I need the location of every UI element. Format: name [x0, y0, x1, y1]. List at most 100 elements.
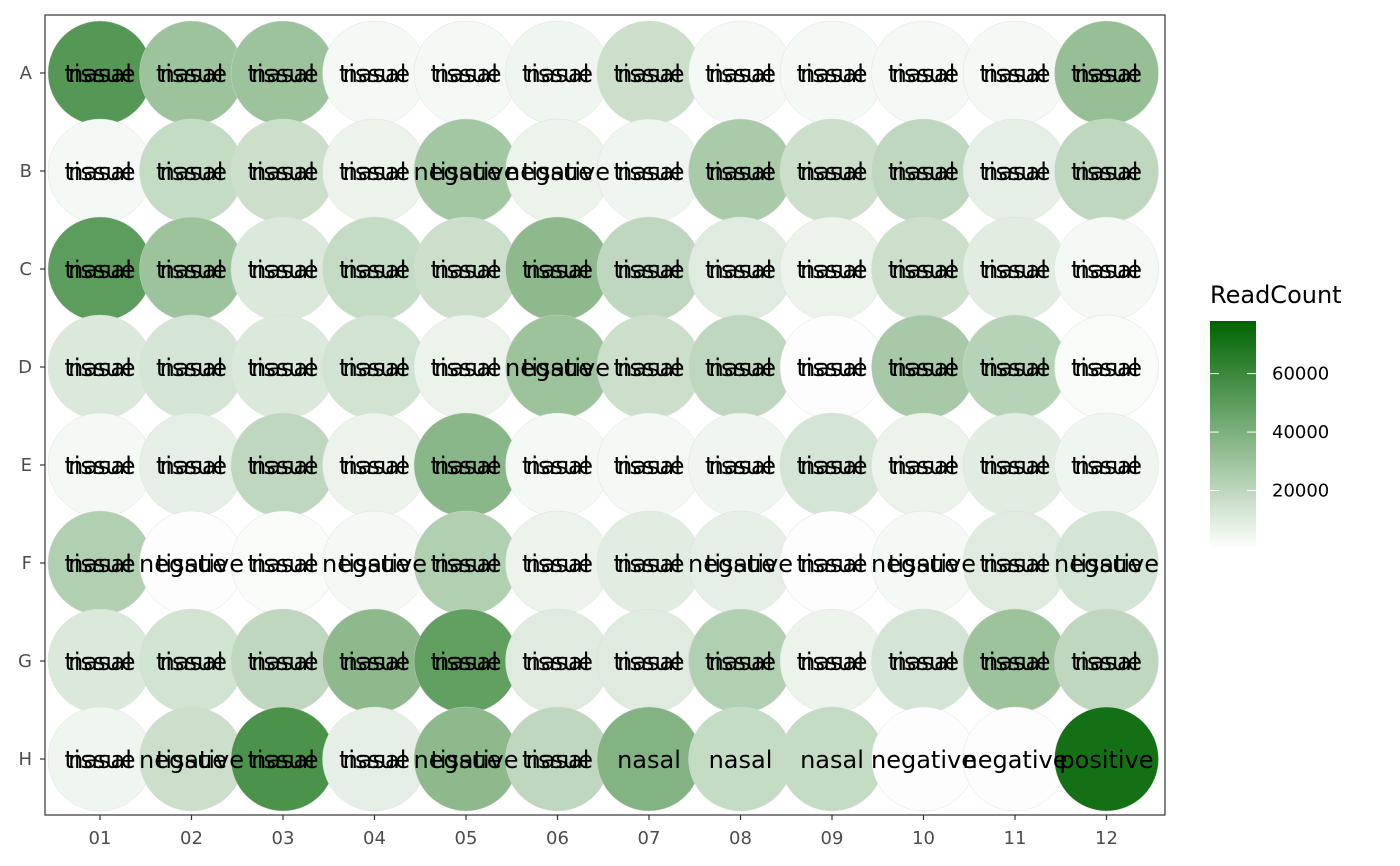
well-label-F03: tissue — [247, 550, 318, 578]
x-tick-label-12: 12 — [1095, 828, 1118, 849]
well-label-B05: tissue — [430, 158, 501, 186]
well-label-E08: tissue — [705, 452, 776, 480]
well-label-H01: tissue — [64, 746, 135, 774]
well-label-C01: tissue — [64, 256, 135, 284]
well-label-A09: tissue — [796, 60, 867, 88]
well-label-G06: tissue — [522, 648, 593, 676]
legend-tick-label: 20000 — [1272, 481, 1329, 502]
well-label-B02: tissue — [156, 158, 227, 186]
well-label-H09: nasal — [800, 746, 864, 774]
well-label-H05: tissue — [430, 746, 501, 774]
well-label-G02: tissue — [156, 648, 227, 676]
well-label-B01: tissue — [64, 158, 135, 186]
y-tick-label-G: G — [18, 651, 32, 672]
well-label-D09: tissue — [796, 354, 867, 382]
well-label-E03: tissue — [247, 452, 318, 480]
well-label-B07: tissue — [613, 158, 684, 186]
well-label-A12: tissue — [1071, 60, 1142, 88]
well-label-C06: tissue — [522, 256, 593, 284]
well-label-E11: tissue — [979, 452, 1050, 480]
well-label-A04: tissue — [339, 60, 410, 88]
well-label-E06: tissue — [522, 452, 593, 480]
x-tick-label-07: 07 — [638, 828, 661, 849]
well-label-F08: tissue — [705, 550, 776, 578]
well-label-A05: tissue — [430, 60, 501, 88]
y-tick-label-H: H — [18, 749, 32, 770]
well-label-D12: tissue — [1071, 354, 1142, 382]
x-tick-label-05: 05 — [455, 828, 478, 849]
well-label-C05: tissue — [430, 256, 501, 284]
well-label-D01: tissue — [64, 354, 135, 382]
x-tick-label-09: 09 — [821, 828, 844, 849]
well-label-B03: tissue — [247, 158, 318, 186]
well-label-F09: tissue — [796, 550, 867, 578]
well-label-G03: tissue — [247, 648, 318, 676]
well-label-F05: tissue — [430, 550, 501, 578]
plate-heatmap-chart: nasaltissue nasaltissue nasaltissue nasalti… — [18, 14, 1342, 849]
well-label-A07: tissue — [613, 60, 684, 88]
well-label-H03: tissue — [247, 746, 318, 774]
well-label-E04: tissue — [339, 452, 410, 480]
well-label-B04: tissue — [339, 158, 410, 186]
well-label-D02: tissue — [156, 354, 227, 382]
legend-title: ReadCount — [1210, 281, 1342, 309]
well-label-F11: tissue — [979, 550, 1050, 578]
well-label-H08: nasal — [709, 746, 773, 774]
well-label-H12: positive — [1059, 746, 1153, 774]
well-label-H02: tissue — [156, 746, 227, 774]
legend: ReadCount 20000 40000 60000 — [1210, 281, 1342, 549]
well-label-D06: tissue — [522, 354, 593, 382]
well-label-D11: tissue — [979, 354, 1050, 382]
well-label-A10: tissue — [888, 60, 959, 88]
well-label-D08: tissue — [705, 354, 776, 382]
well-label-G09: tissue — [796, 648, 867, 676]
y-tick-label-D: D — [18, 357, 32, 378]
well-label-G12: tissue — [1071, 648, 1142, 676]
well-label-A06: tissue — [522, 60, 593, 88]
y-tick-label-E: E — [21, 455, 32, 476]
well-label-E02: tissue — [156, 452, 227, 480]
well-label-H06: tissue — [522, 746, 593, 774]
y-tick-label-A: A — [20, 63, 33, 84]
x-tick-label-03: 03 — [272, 828, 295, 849]
well-label-F10: tissue — [888, 550, 959, 578]
well-label-G08: tissue — [705, 648, 776, 676]
well-label-B06: tissue — [522, 158, 593, 186]
well-label-G11: tissue — [979, 648, 1050, 676]
well-label-E05: tissue — [430, 452, 501, 480]
well-label-D07: tissue — [613, 354, 684, 382]
x-tick-label-04: 04 — [363, 828, 386, 849]
well-label-A01: tissue — [64, 60, 135, 88]
well-label-B09: tissue — [796, 158, 867, 186]
well-label-C10: tissue — [888, 256, 959, 284]
well-label-H07: nasal — [617, 746, 681, 774]
well-label-F06: tissue — [522, 550, 593, 578]
well-label-B08: tissue — [705, 158, 776, 186]
legend-tick-label: 40000 — [1272, 422, 1329, 443]
x-tick-label-02: 02 — [180, 828, 203, 849]
wells-layer — [47, 20, 1159, 812]
well-label-H11: negative — [963, 746, 1068, 774]
well-label-B11: tissue — [979, 158, 1050, 186]
well-label-A11: tissue — [979, 60, 1050, 88]
well-label-F02: tissue — [156, 550, 227, 578]
well-label-B12: tissue — [1071, 158, 1142, 186]
well-label-G10: tissue — [888, 648, 959, 676]
well-label-C02: tissue — [156, 256, 227, 284]
well-label-H10: negative — [871, 746, 976, 774]
well-label-E01: tissue — [64, 452, 135, 480]
well-label-C04: tissue — [339, 256, 410, 284]
well-label-F12: tissue — [1071, 550, 1142, 578]
y-tick-label-B: B — [20, 161, 32, 182]
well-label-G05: tissue — [430, 648, 501, 676]
x-tick-label-11: 11 — [1004, 828, 1027, 849]
well-label-D03: tissue — [247, 354, 318, 382]
well-label-A02: tissue — [156, 60, 227, 88]
well-label-E10: tissue — [888, 452, 959, 480]
well-label-C03: tissue — [247, 256, 318, 284]
x-tick-label-08: 08 — [729, 828, 752, 849]
well-label-F01: tissue — [64, 550, 135, 578]
well-label-B10: tissue — [888, 158, 959, 186]
well-label-D04: tissue — [339, 354, 410, 382]
well-label-C12: tissue — [1071, 256, 1142, 284]
